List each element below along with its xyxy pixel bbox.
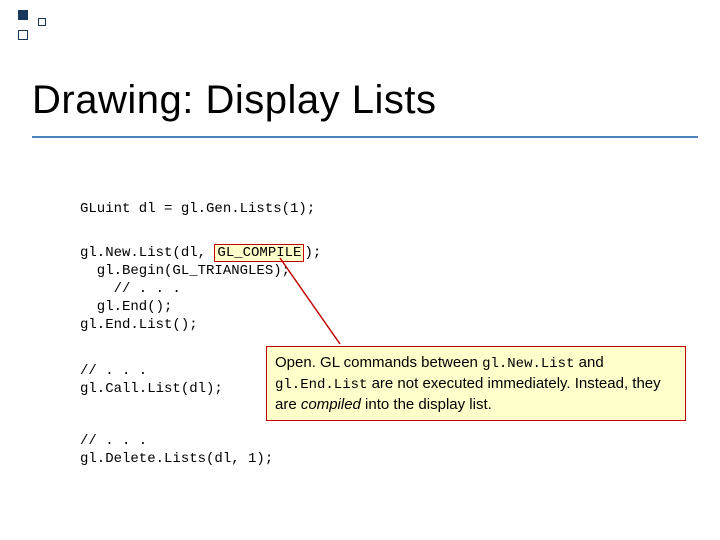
callout-italic: compiled	[301, 396, 361, 413]
decor-square-filled	[18, 10, 28, 20]
title-underline	[32, 136, 698, 138]
callout-text-1: Open. GL commands between	[275, 354, 482, 371]
code-block-3: // . . . gl.Call.List(dl);	[80, 362, 223, 398]
callout-mono-2: gl.End.List	[275, 377, 367, 393]
highlight-gl-compile: GL_COMPILE	[214, 244, 304, 262]
slide-title: Drawing: Display Lists	[32, 78, 436, 123]
callout-mono-1: gl.New.List	[482, 356, 574, 372]
callout-box: Open. GL commands between gl.New.List an…	[266, 346, 686, 421]
code-block-2: gl.New.List(dl, GL_COMPILE); gl.Begin(GL…	[80, 244, 321, 334]
callout-text-2: and	[574, 354, 603, 371]
code-block-1: GLuint dl = gl.Gen.Lists(1);	[80, 200, 315, 218]
decor-square-outline	[18, 30, 28, 40]
code-line-pre: gl.New.List(dl,	[80, 245, 214, 261]
decor-square-small	[38, 18, 46, 26]
callout-text-4: into the display list.	[361, 396, 492, 413]
slide: Drawing: Display Lists GLuint dl = gl.Ge…	[0, 0, 720, 540]
code-block-4: // . . . gl.Delete.Lists(dl, 1);	[80, 432, 273, 468]
